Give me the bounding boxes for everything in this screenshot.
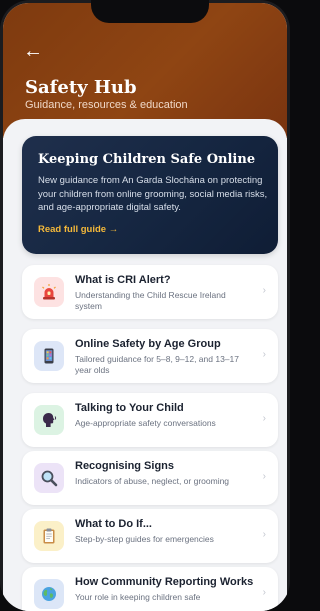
back-arrow-icon[interactable]: ←: [23, 41, 43, 61]
page-title: Safety Hub: [25, 77, 137, 98]
phone-icon: [34, 341, 64, 371]
card-title: What to Do If...: [75, 518, 152, 530]
card-description: Age-appropriate safety conversations: [75, 418, 216, 428]
phone-frame: ← Safety Hub Guidance, resources & educa…: [0, 0, 290, 611]
card-description: Your role in keeping children safe: [75, 592, 201, 602]
card-description: Step-by-step guides for emergencies: [75, 534, 214, 544]
alarm-siren-icon: [34, 277, 64, 307]
card-description: Tailored guidance for 5–8, 9–12, and 13–…: [75, 354, 239, 375]
card-title: Recognising Signs: [75, 460, 175, 472]
chevron-right-icon: ›: [262, 349, 266, 360]
featured-guide-body: New guidance from An Garda Slochána on p…: [38, 175, 268, 213]
card-title: How Community Reporting Works: [75, 576, 254, 588]
read-full-guide-link[interactable]: Read full guide →: [38, 224, 118, 235]
chevron-right-icon: ›: [262, 529, 266, 540]
page-header: ← Safety Hub Guidance, resources & educa…: [3, 3, 287, 138]
card-talking-to-child[interactable]: Talking to Your Child Age-appropriate sa…: [22, 393, 278, 447]
card-recognising-signs[interactable]: Recognising Signs Indicators of abuse, n…: [22, 451, 278, 505]
magnifier-icon: [34, 463, 64, 493]
card-title: What is CRI Alert?: [75, 274, 171, 286]
chevron-right-icon: ›: [262, 587, 266, 598]
globe-icon: [34, 579, 64, 609]
chevron-right-icon: ›: [262, 285, 266, 296]
card-description: Indicators of abuse, neglect, or groomin…: [75, 476, 230, 486]
featured-guide-title: Keeping Children Safe Online: [38, 152, 256, 167]
device-notch: [91, 0, 209, 23]
speaking-head-icon: [34, 405, 64, 435]
card-online-safety-age[interactable]: Online Safety by Age Group Tailored guid…: [22, 329, 278, 383]
card-title: Talking to Your Child: [75, 402, 184, 414]
card-title: Online Safety by Age Group: [75, 338, 221, 350]
chevron-right-icon: ›: [262, 413, 266, 424]
chevron-right-icon: ›: [262, 471, 266, 482]
card-what-to-do[interactable]: What to Do If... Step-by-step guides for…: [22, 509, 278, 563]
card-cri-alert[interactable]: What is CRI Alert? Understanding the Chi…: [22, 265, 278, 319]
page-subtitle: Guidance, resources & education: [25, 99, 188, 111]
clipboard-icon: [34, 521, 64, 551]
featured-guide-card[interactable]: Keeping Children Safe Online New guidanc…: [22, 136, 278, 254]
app-screen: ← Safety Hub Guidance, resources & educa…: [3, 3, 287, 611]
card-community-reporting[interactable]: How Community Reporting Works Your role …: [22, 567, 278, 611]
card-description: Understanding the Child Rescue Ireland s…: [75, 290, 226, 311]
